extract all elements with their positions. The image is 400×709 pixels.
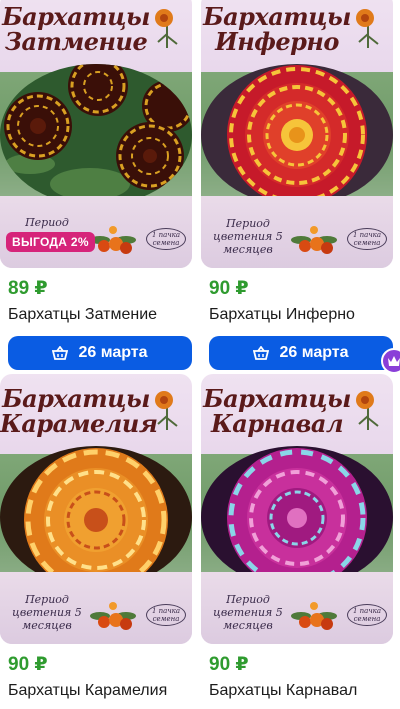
product-card[interactable]: Бархатцы Карнавал Период цветения 5 меся… (201, 374, 393, 701)
marigold-illustration-icon (155, 391, 178, 430)
product-name[interactable]: Бархатцы Затмение (8, 305, 192, 325)
image-title: Бархатцы Карнавал (203, 384, 351, 438)
pack-label: 1 пачка семена (347, 604, 387, 626)
bouquet-illustration-icon (291, 602, 337, 630)
product-name[interactable]: Бархатцы Карамелия (8, 681, 192, 701)
bloom-period-text: Период цветения 5 месяцев (213, 217, 283, 256)
bouquet-illustration-icon (90, 602, 136, 630)
bouquet-illustration-icon (291, 226, 337, 254)
flower-photo (201, 446, 393, 588)
image-title: Бархатцы Инферно (203, 2, 351, 56)
delivery-date: 26 марта (279, 344, 349, 361)
delivery-button[interactable]: 26 марта (8, 336, 192, 370)
bloom-period-text: Период цветения 5 месяцев (12, 593, 82, 632)
basket-icon (52, 346, 69, 360)
product-image[interactable]: Бархатцы Карнавал Период цветения 5 меся… (201, 374, 393, 644)
product-name[interactable]: Бархатцы Карнавал (209, 681, 393, 701)
product-price: 90 ₽ (8, 654, 48, 675)
pack-label: 1 пачка семена (347, 228, 387, 250)
delivery-button[interactable]: 26 марта (209, 336, 400, 374)
image-title: Бархатцы Затмение (2, 2, 150, 56)
product-price: 90 ₽ (209, 278, 249, 299)
pack-label: 1 пачка семена (146, 228, 186, 250)
product-image[interactable]: Бархатцы Затмение Период цветения 1 пачк… (0, 0, 192, 268)
bloom-period-text: Период цветения 5 месяцев (213, 593, 283, 632)
marigold-illustration-icon (155, 9, 178, 48)
product-price: 90 ₽ (209, 654, 249, 675)
flower-photo (0, 446, 192, 588)
product-card[interactable]: Бархатцы Затмение Период цветения 1 пачк… (0, 0, 192, 370)
product-image[interactable]: Бархатцы Инферно Период цветения 5 месяц… (201, 0, 393, 268)
image-title: Бархатцы Карамелия (0, 384, 158, 438)
plus-badge-icon (381, 348, 400, 374)
product-price: 89 ₽ (8, 278, 48, 299)
product-name[interactable]: Бархатцы Инферно (209, 305, 393, 325)
delivery-date: 26 марта (78, 344, 148, 361)
marigold-illustration-icon (356, 9, 379, 48)
product-image[interactable]: Бархатцы Карамелия Период цветения 5 мес… (0, 374, 192, 644)
pack-label: 1 пачка семена (146, 604, 186, 626)
product-card[interactable]: Бархатцы Инферно Период цветения 5 месяц… (201, 0, 400, 374)
basket-icon (253, 346, 270, 360)
discount-badge: ВЫГОДА 2% (6, 232, 95, 252)
marigold-illustration-icon (356, 391, 379, 430)
flower-photo (0, 64, 192, 206)
product-card[interactable]: Бархатцы Карамелия Период цветения 5 мес… (0, 374, 192, 701)
flower-photo (201, 64, 393, 206)
product-grid: Бархатцы Затмение Период цветения 1 пачк… (0, 0, 400, 709)
